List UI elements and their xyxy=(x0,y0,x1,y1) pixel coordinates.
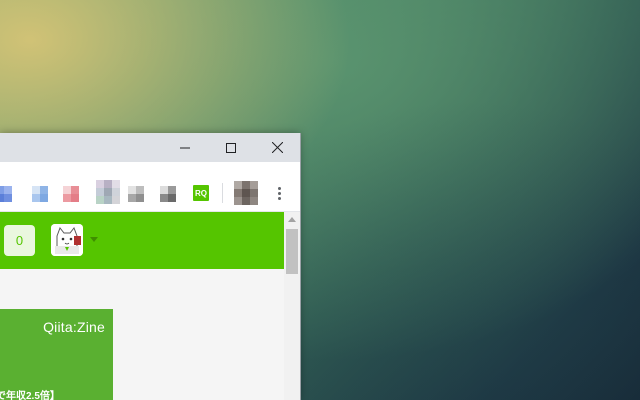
blurred-extension-icon[interactable] xyxy=(128,186,144,202)
maximize-button[interactable] xyxy=(208,133,254,162)
blurred-extension-icon[interactable] xyxy=(96,180,120,204)
blurred-extension-icon[interactable] xyxy=(0,186,12,202)
brand-logo: Qiita:Zine xyxy=(43,319,105,335)
blurred-profile-icon[interactable] xyxy=(234,181,258,205)
blurred-extension-icon[interactable] xyxy=(63,186,79,202)
browser-window: RQ 0 Qiita:Zine で年収2.5倍】 xyxy=(0,133,300,400)
blurred-extension-icon[interactable] xyxy=(32,186,48,202)
rq-extension-icon[interactable]: RQ xyxy=(193,185,209,201)
promo-text: で年収2.5倍】 xyxy=(0,391,60,400)
avatar[interactable] xyxy=(51,224,83,256)
title-bar xyxy=(0,133,300,162)
cat-avatar-icon xyxy=(51,224,83,256)
more-vert-icon[interactable] xyxy=(270,182,288,204)
toolbar-separator xyxy=(222,183,223,203)
blurred-extension-icon[interactable] xyxy=(160,186,176,202)
minimize-icon xyxy=(180,147,190,148)
scroll-up-icon[interactable] xyxy=(288,217,296,222)
minimize-button[interactable] xyxy=(162,133,208,162)
close-button[interactable] xyxy=(254,133,300,162)
chevron-down-icon[interactable] xyxy=(90,237,98,242)
scroll-thumb[interactable] xyxy=(286,229,298,274)
maximize-icon xyxy=(226,142,236,153)
vertical-scrollbar[interactable] xyxy=(284,212,300,400)
site-header: 0 xyxy=(0,212,284,269)
notification-count[interactable]: 0 xyxy=(4,225,35,256)
browser-toolbar: RQ xyxy=(0,162,300,212)
promo-banner[interactable]: Qiita:Zine で年収2.5倍】 xyxy=(0,309,113,400)
close-icon xyxy=(271,142,283,153)
page-viewport: 0 Qiita:Zine で年収2.5倍】 xyxy=(0,212,284,400)
